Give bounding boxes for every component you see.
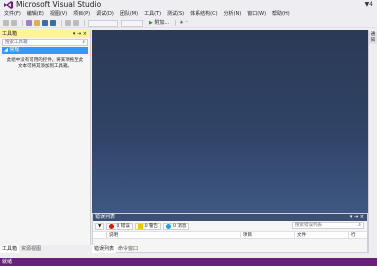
- left-panel-tabs: 工具箱 资源视图: [0, 245, 44, 253]
- menu-bar: 文件(F) 编辑(E) 视图(V) 项目(P) 调试(D) 团队(M) 工具(T…: [0, 10, 377, 19]
- search-icon[interactable]: ⌕: [358, 223, 361, 229]
- toolbar-separator: [175, 20, 177, 26]
- right-side-tabs: 通知: [368, 30, 377, 253]
- errors-label: 0 错误: [116, 224, 130, 229]
- column-description[interactable]: 说明: [107, 232, 241, 238]
- info-icon: [166, 223, 172, 229]
- error-list-search-input[interactable]: 搜索错误列表 ⌕: [292, 222, 364, 229]
- search-icon[interactable]: ⌕: [82, 40, 85, 46]
- toolbox-empty-message: 此组中没有可用的控件。将某项拖至此文本可将其添加到工具箱。: [6, 58, 84, 69]
- platform-dropdown[interactable]: [121, 19, 143, 27]
- start-button[interactable]: ▶ 附加...: [149, 19, 169, 28]
- toolbox-window-controls[interactable]: ▾ ⇥ ×: [73, 30, 87, 38]
- save-icon[interactable]: [42, 20, 48, 26]
- toolbar-overflow-icon[interactable]: ☀ ⁻: [179, 19, 188, 28]
- toolbox-search-input[interactable]: 搜索工具箱 ⌕: [2, 39, 88, 46]
- warnings-label: 0 警告: [144, 224, 159, 229]
- open-folder-icon[interactable]: [34, 20, 40, 26]
- error-list-toolbar: ▼ 0 错误 0 警告 0 消息 搜索错误列表 ⌕: [93, 221, 367, 231]
- toolbar-separator: [22, 20, 23, 26]
- redo-icon[interactable]: [73, 20, 79, 26]
- filter-dropdown[interactable]: ▼: [95, 222, 105, 230]
- messages-label: 0 消息: [173, 224, 187, 229]
- app-title: Microsoft Visual Studio: [16, 0, 102, 9]
- bottom-panel-tabs: 错误列表 命令窗口: [92, 245, 140, 253]
- column-file[interactable]: 文件: [295, 232, 349, 238]
- menu-architecture[interactable]: 体系结构(C): [188, 10, 221, 19]
- toolbox-panel: 工具箱 ▾ ⇥ × 搜索工具箱 ⌕ ◢ 常规 此组中没有可用的控件。将某项拖至此…: [0, 30, 91, 245]
- menu-edit[interactable]: 编辑(E): [25, 10, 48, 19]
- undo-icon[interactable]: [65, 20, 71, 26]
- menu-project[interactable]: 项目(P): [71, 10, 94, 19]
- messages-toggle[interactable]: 0 消息: [163, 222, 190, 230]
- filter-icon: ▼: [98, 223, 102, 229]
- menu-team[interactable]: 团队(M): [118, 10, 142, 19]
- start-button-label: 附加...: [154, 19, 170, 26]
- configuration-dropdown[interactable]: [88, 19, 118, 27]
- menu-view[interactable]: 视图(V): [48, 10, 71, 19]
- error-list-search-placeholder: 搜索错误列表: [295, 223, 322, 228]
- warning-icon: [137, 223, 143, 229]
- menu-analyze[interactable]: 分析(N): [222, 10, 246, 19]
- error-list-window-controls[interactable]: ▾ ⇥ ×: [350, 214, 364, 221]
- menu-file[interactable]: 文件(F): [2, 10, 25, 19]
- errors-toggle[interactable]: 0 错误: [106, 222, 133, 230]
- toolbox-group-general[interactable]: ◢ 常规: [2, 47, 88, 54]
- save-all-icon[interactable]: [50, 20, 56, 26]
- tab-toolbox[interactable]: 工具箱: [0, 245, 20, 253]
- tab-notifications[interactable]: 通知: [369, 32, 377, 44]
- error-list-header: 错误列表 ▾ ⇥ ×: [93, 214, 367, 221]
- title-bar: Microsoft Visual Studio ▼4: [0, 0, 377, 10]
- error-list-title: 错误列表: [95, 214, 116, 220]
- menu-window[interactable]: 窗口(W): [245, 10, 270, 19]
- tab-command-window[interactable]: 命令窗口: [116, 245, 140, 253]
- warnings-toggle[interactable]: 0 警告: [134, 222, 162, 230]
- toolbar-separator: [61, 20, 62, 26]
- toolbox-title: 工具箱: [2, 31, 18, 37]
- column-project[interactable]: 项目: [241, 232, 295, 238]
- column-line[interactable]: 行: [349, 232, 367, 238]
- play-icon: ▶: [149, 19, 153, 26]
- standard-toolbar: ▶ 附加... ☀ ⁻: [0, 19, 377, 28]
- status-text: 就绪: [2, 259, 13, 265]
- menu-help[interactable]: 帮助(H): [270, 10, 294, 19]
- tab-resource-view[interactable]: 资源视图: [19, 245, 44, 253]
- menu-debug[interactable]: 调试(D): [94, 10, 118, 19]
- error-list-column-headers: 说明 项目 文件 行: [93, 231, 367, 239]
- toolbox-search-placeholder: 搜索工具箱: [5, 40, 28, 45]
- editor-area: [92, 30, 368, 213]
- status-bar: 就绪: [0, 258, 377, 266]
- back-icon[interactable]: [3, 20, 9, 26]
- column-icon[interactable]: [93, 232, 107, 238]
- notification-flag-icon[interactable]: ▼4: [365, 0, 373, 9]
- forward-icon[interactable]: [11, 20, 17, 26]
- toolbar-separator: [84, 20, 85, 26]
- visual-studio-logo-icon: [4, 1, 13, 9]
- tab-error-list[interactable]: 错误列表: [92, 245, 117, 253]
- error-icon: [109, 223, 115, 229]
- new-project-icon[interactable]: [26, 20, 32, 26]
- toolbox-header: 工具箱 ▾ ⇥ ×: [0, 30, 90, 38]
